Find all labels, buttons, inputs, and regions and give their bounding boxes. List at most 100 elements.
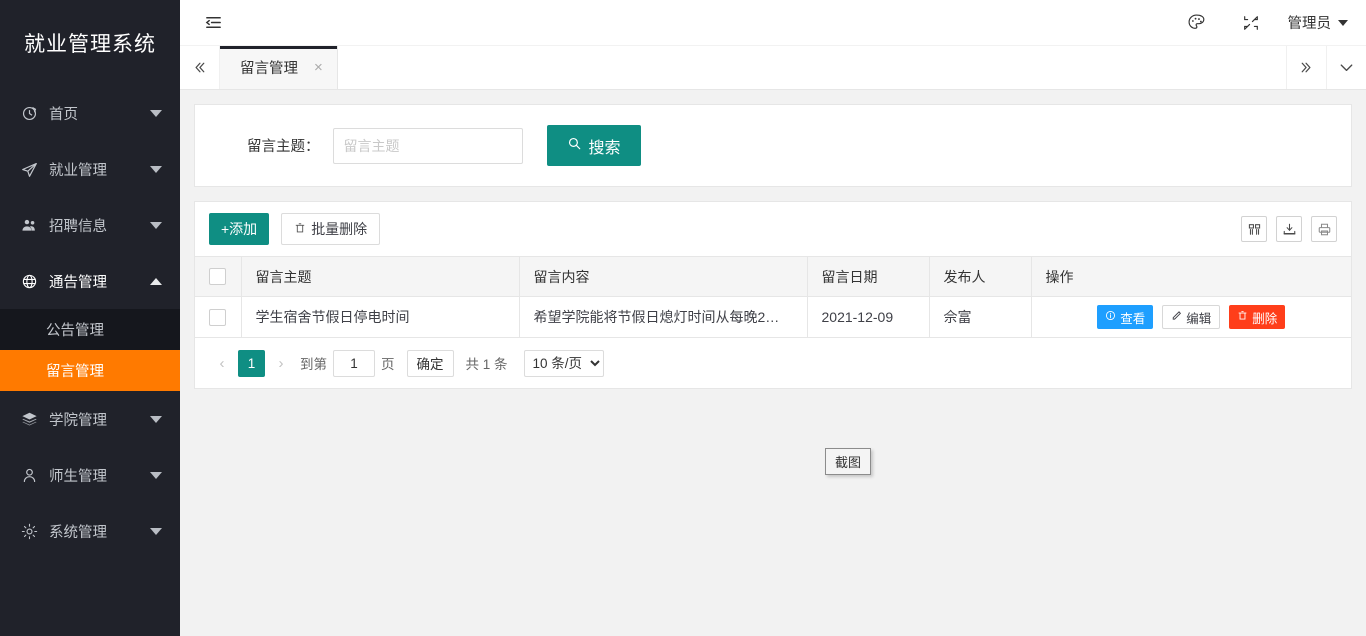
- chevron-up-icon: [150, 278, 162, 285]
- batch-delete-label: 批量删除: [311, 219, 367, 239]
- chevron-down-icon: [150, 110, 162, 117]
- table-head: 留言主题 留言内容 留言日期 发布人 操作: [195, 257, 1351, 297]
- view-label: 查看: [1120, 308, 1145, 327]
- search-label: 留言主题：: [247, 135, 320, 156]
- sidebar-subitem-message[interactable]: 留言管理: [0, 350, 180, 391]
- table-header-row: 留言主题 留言内容 留言日期 发布人 操作: [195, 257, 1351, 297]
- select-all-header: [195, 257, 241, 297]
- column-header-subject: 留言主题: [241, 257, 519, 297]
- user-menu[interactable]: 管理员: [1278, 12, 1353, 33]
- sidebar-subitem-label: 留言管理: [46, 360, 104, 381]
- app-logo: 就业管理系统: [0, 0, 180, 85]
- row-action-buttons: 查看 编辑: [1046, 305, 1338, 329]
- sidebar-item-label: 就业管理: [49, 159, 144, 180]
- column-header-content: 留言内容: [519, 257, 807, 297]
- tab-options-dropdown-button[interactable]: [1326, 46, 1366, 89]
- sidebar-subitem-notice[interactable]: 公告管理: [0, 309, 180, 350]
- sidebar-item-employment[interactable]: 就业管理: [0, 141, 180, 197]
- sidebar-item-home[interactable]: 首页: [0, 85, 180, 141]
- view-button[interactable]: 查看: [1097, 305, 1153, 329]
- search-input[interactable]: [333, 128, 523, 164]
- goto-suffix-label: 页: [381, 353, 395, 373]
- pagination: ‹ 1 › 到第 页 确定 共 1 条 10 条/页20 条/页30 条/页50…: [195, 338, 1351, 388]
- trash-icon: [1237, 310, 1248, 324]
- sidebar-item-label: 学院管理: [49, 409, 144, 430]
- search-button[interactable]: 搜索: [547, 125, 641, 166]
- sidebar-item-announcement[interactable]: 通告管理: [0, 253, 180, 309]
- delete-button[interactable]: 删除: [1229, 305, 1285, 329]
- fullscreen-exit-icon[interactable]: [1224, 0, 1278, 46]
- print-icon[interactable]: [1311, 216, 1337, 242]
- cell-date: 2021-12-09: [807, 297, 929, 338]
- chevron-down-icon: [150, 416, 162, 423]
- message-table: 留言主题 留言内容 留言日期 发布人 操作 学生宿舍节假日停电时间: [195, 256, 1351, 338]
- sidebar-item-system[interactable]: 系统管理: [0, 503, 180, 559]
- add-button[interactable]: +添加: [209, 213, 269, 245]
- chevron-down-icon: [150, 222, 162, 229]
- user-icon: [18, 464, 40, 486]
- export-icon[interactable]: [1276, 216, 1302, 242]
- globe-icon: [18, 270, 40, 292]
- goto-confirm-button[interactable]: 确定: [407, 350, 454, 377]
- paper-plane-icon: [18, 158, 40, 180]
- page-content: 留言主题： 搜索 +添加: [180, 90, 1366, 636]
- sidebar: 就业管理系统 首页 就业管理: [0, 0, 180, 636]
- prev-page-button[interactable]: ‹: [209, 350, 235, 376]
- main-area: 管理员 留言管理 ×: [180, 0, 1366, 636]
- cell-operations: 查看 编辑: [1031, 297, 1351, 338]
- row-checkbox[interactable]: [209, 309, 226, 326]
- layers-icon: [18, 408, 40, 430]
- sidebar-item-recruitment[interactable]: 招聘信息: [0, 197, 180, 253]
- goto-page-input[interactable]: [333, 350, 375, 377]
- table-row: 学生宿舍节假日停电时间 希望学院能将节假日熄灯时间从每晚2… 2021-12-0…: [195, 297, 1351, 338]
- sidebar-item-college[interactable]: 学院管理: [0, 391, 180, 447]
- batch-delete-button[interactable]: 批量删除: [281, 213, 380, 245]
- user-name: 管理员: [1288, 12, 1332, 33]
- page-number-1[interactable]: 1: [238, 350, 265, 377]
- next-page-button[interactable]: ›: [268, 350, 294, 376]
- sidebar-item-label: 首页: [49, 103, 144, 124]
- tab-message-management[interactable]: 留言管理 ×: [220, 46, 338, 89]
- dashboard-icon: [18, 102, 40, 124]
- users-icon: [18, 214, 40, 236]
- chevron-down-icon: [150, 166, 162, 173]
- chevron-down-icon: [150, 528, 162, 535]
- search-icon: [567, 136, 582, 156]
- delete-label: 删除: [1252, 308, 1277, 327]
- page-size-select[interactable]: 10 条/页20 条/页30 条/页50 条/页: [524, 350, 604, 377]
- cell-publisher: 佘富: [929, 297, 1031, 338]
- tab-bar: 留言管理 ×: [180, 46, 1366, 90]
- chevron-down-icon: [1338, 20, 1348, 26]
- trash-icon: [294, 221, 306, 237]
- header-left: [180, 10, 226, 36]
- sidebar-item-label: 通告管理: [49, 271, 144, 292]
- chevron-down-icon: [150, 472, 162, 479]
- goto-prefix-label: 到第: [300, 353, 327, 373]
- palette-icon[interactable]: [1170, 0, 1224, 46]
- columns-filter-icon[interactable]: [1241, 216, 1267, 242]
- top-header: 管理员: [180, 0, 1366, 46]
- tab-scroll-right-button[interactable]: [1286, 46, 1326, 89]
- select-all-checkbox[interactable]: [209, 268, 226, 285]
- data-table-panel: +添加 批量删除: [194, 201, 1352, 389]
- search-button-label: 搜索: [589, 134, 621, 158]
- sidebar-item-teacher-student[interactable]: 师生管理: [0, 447, 180, 503]
- row-select-cell: [195, 297, 241, 338]
- tab-list: 留言管理 ×: [220, 46, 1286, 89]
- sidebar-item-label: 系统管理: [49, 521, 144, 542]
- table-toolbar: +添加 批量删除: [195, 202, 1351, 256]
- cell-content: 希望学院能将节假日熄灯时间从每晚2…: [519, 297, 807, 338]
- column-header-date: 留言日期: [807, 257, 929, 297]
- column-header-operations: 操作: [1031, 257, 1351, 297]
- sidebar-subitem-label: 公告管理: [46, 319, 104, 340]
- edit-button[interactable]: 编辑: [1162, 305, 1220, 329]
- tab-scroll-left-button[interactable]: [180, 46, 220, 89]
- search-panel: 留言主题： 搜索: [194, 104, 1352, 187]
- info-icon: [1105, 310, 1116, 324]
- table-body: 学生宿舍节假日停电时间 希望学院能将节假日熄灯时间从每晚2… 2021-12-0…: [195, 297, 1351, 338]
- tab-label: 留言管理: [240, 57, 298, 78]
- menu-fold-icon[interactable]: [200, 10, 226, 36]
- column-header-publisher: 发布人: [929, 257, 1031, 297]
- edit-label: 编辑: [1186, 308, 1211, 327]
- close-icon[interactable]: ×: [314, 60, 323, 75]
